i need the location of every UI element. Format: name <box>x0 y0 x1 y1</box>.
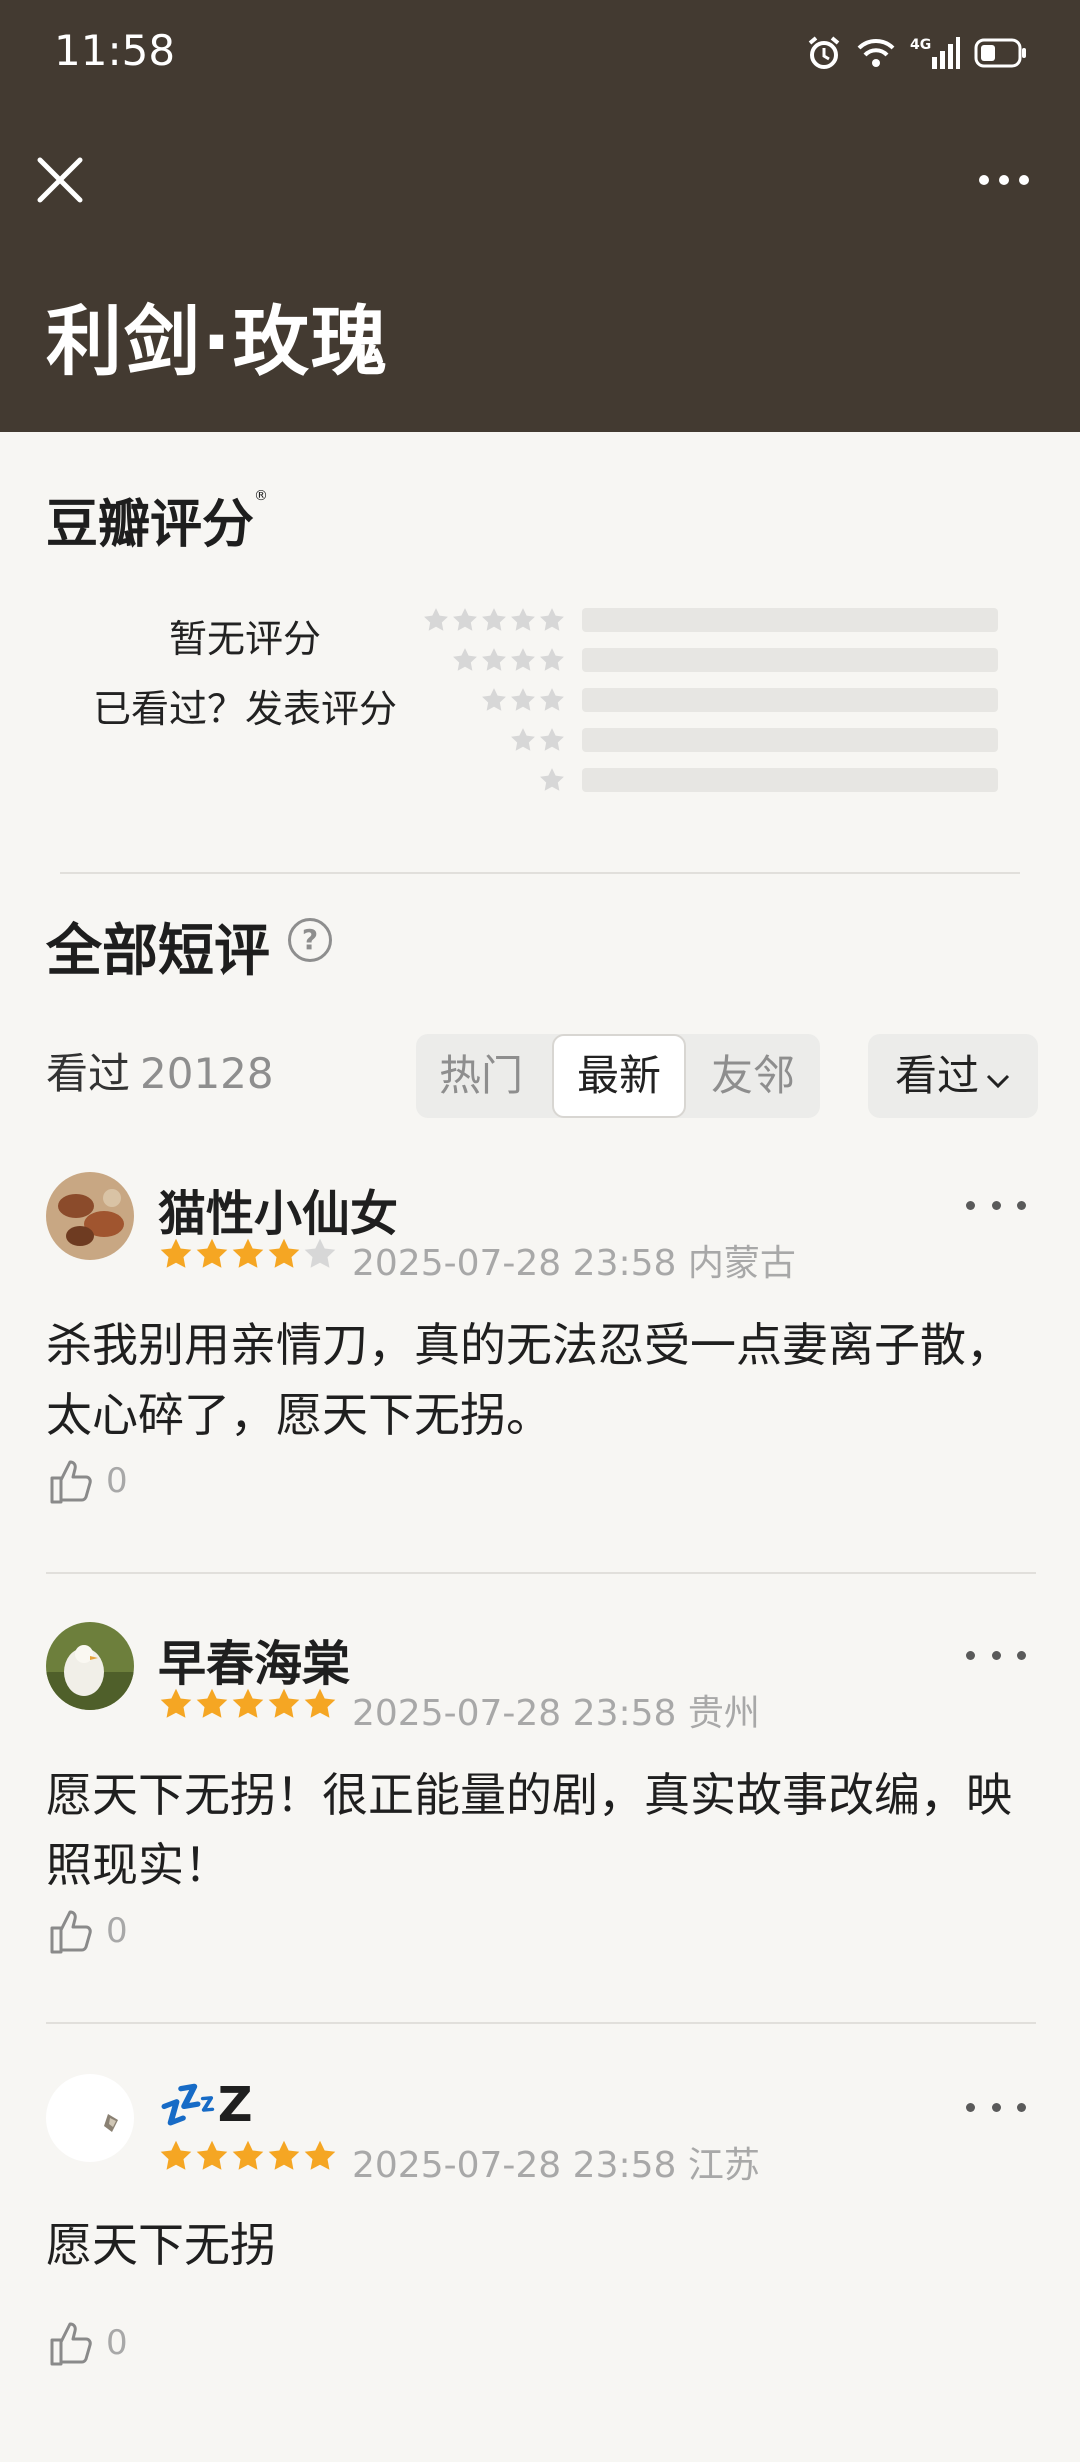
avatar[interactable] <box>46 1622 134 1710</box>
comment-username[interactable]: 💤Z <box>158 2076 253 2133</box>
distribution-bar-5 <box>582 608 998 632</box>
comments-title: 全部短评 <box>46 919 270 984</box>
comment-more-button[interactable] <box>966 2092 1026 2122</box>
comment-text: 愿天下无拐 <box>46 2218 276 2272</box>
status-time: 11:58 <box>54 26 176 75</box>
like-button[interactable]: 0 <box>46 1456 128 1506</box>
comment-rating <box>158 2138 338 2178</box>
distribution-stars-1 <box>538 766 566 794</box>
question-circle-icon[interactable]: ? <box>288 918 332 962</box>
rate-link[interactable]: 已看过？发表评分 <box>70 678 420 733</box>
distribution-bar-2 <box>582 728 998 752</box>
like-button[interactable]: 0 <box>46 2318 128 2368</box>
chevron-down-icon <box>986 1074 1010 1089</box>
star-icon <box>266 1236 302 1276</box>
comment-more-button[interactable] <box>966 1190 1026 1220</box>
like-button[interactable]: 0 <box>46 1906 128 1956</box>
tab-friends[interactable]: 友邻 <box>688 1034 818 1118</box>
comment-item: 早春海棠 2025-07-28 23:58 贵州愿天下无拐！很正能量的剧，真实故事… <box>0 1610 1080 2010</box>
distribution-stars-3 <box>480 686 566 714</box>
close-button[interactable] <box>28 148 92 212</box>
distribution-stars-5 <box>422 606 566 634</box>
comment-text: 愿天下无拐！很正能量的剧，真实故事改编，映照现实！ <box>46 1768 1012 1892</box>
no-rating-text: 暂无评分 <box>168 617 321 661</box>
thumbs-up-icon <box>50 1910 92 1954</box>
star-icon <box>302 1686 338 1726</box>
thumbs-up-icon <box>50 2322 92 2366</box>
star-icon <box>302 1236 338 1276</box>
rating-brand: 豆瓣评分® <box>46 488 269 555</box>
avatar[interactable] <box>46 2074 134 2162</box>
star-icon <box>194 1686 230 1726</box>
battery-icon <box>974 38 1026 68</box>
tab-hot[interactable]: 热门 <box>416 1034 546 1118</box>
star-icon <box>266 2138 302 2178</box>
avatar[interactable] <box>46 1172 134 1260</box>
tab-latest[interactable]: 最新 <box>552 1034 686 1118</box>
rating-section: 豆瓣评分® 暂无评分 已看过？发表评分 <box>0 432 1080 872</box>
more-button[interactable] <box>964 160 1044 200</box>
distribution-stars-4 <box>451 646 566 674</box>
thumbs-up-icon <box>50 1460 92 1504</box>
distribution-bar-4 <box>582 648 998 672</box>
status-bar: 11:58 4G <box>0 0 1080 108</box>
comment-item: 猫性小仙女 2025-07-28 23:58 内蒙古 杀我别用亲情刀，真的无法忍受一… <box>0 1160 1080 1560</box>
star-icon <box>194 2138 230 2178</box>
star-icon <box>158 1686 194 1726</box>
like-count: 0 <box>106 2323 128 2363</box>
comment-divider <box>46 2022 1036 2024</box>
comment-meta: 2025-07-28 23:58 贵州 <box>352 1693 760 1734</box>
distribution-bar-1 <box>582 768 998 792</box>
watched-filter-dropdown[interactable]: 看过 <box>868 1034 1038 1118</box>
comment-divider <box>46 1572 1036 1574</box>
seen-filter-label: 看过 20128 <box>46 1049 274 1098</box>
star-icon <box>230 1236 266 1276</box>
signal-4g-icon: 4G <box>910 37 960 69</box>
status-icons: 4G <box>806 28 1028 78</box>
star-icon <box>230 1686 266 1726</box>
star-icon <box>230 2138 266 2178</box>
like-count: 0 <box>106 1911 128 1951</box>
header: 11:58 4G 利剑·玫瑰 <box>0 0 1080 432</box>
comment-item: 💤Z 2025-07-28 23:58 江苏愿天下无拐 0 <box>0 2062 1080 2462</box>
sort-tabs: 热门 最新 友邻 <box>416 1034 820 1118</box>
distribution-stars-2 <box>509 726 566 754</box>
comment-meta: 2025-07-28 23:58 江苏 <box>352 2145 760 2186</box>
comment-more-button[interactable] <box>966 1640 1026 1670</box>
svg-text:4G: 4G <box>910 37 931 53</box>
star-icon <box>302 2138 338 2178</box>
star-icon <box>266 1686 302 1726</box>
wifi-icon <box>857 38 895 67</box>
close-icon <box>37 157 83 203</box>
comment-meta: 2025-07-28 23:58 内蒙古 <box>352 1243 796 1284</box>
comment-rating <box>158 1686 338 1726</box>
page-title: 利剑·玫瑰 <box>46 297 389 386</box>
star-icon <box>194 1236 230 1276</box>
comment-rating <box>158 1236 338 1276</box>
alarm-icon <box>808 36 840 69</box>
comment-username[interactable]: 早春海棠 <box>158 1624 350 1694</box>
comment-text: 杀我别用亲情刀，真的无法忍受一点妻离子散，太心碎了，愿天下无拐。 <box>46 1318 1012 1442</box>
divider <box>60 872 1020 874</box>
star-icon <box>158 1236 194 1276</box>
star-icon <box>158 2138 194 2178</box>
like-count: 0 <box>106 1461 128 1501</box>
distribution-bar-3 <box>582 688 998 712</box>
